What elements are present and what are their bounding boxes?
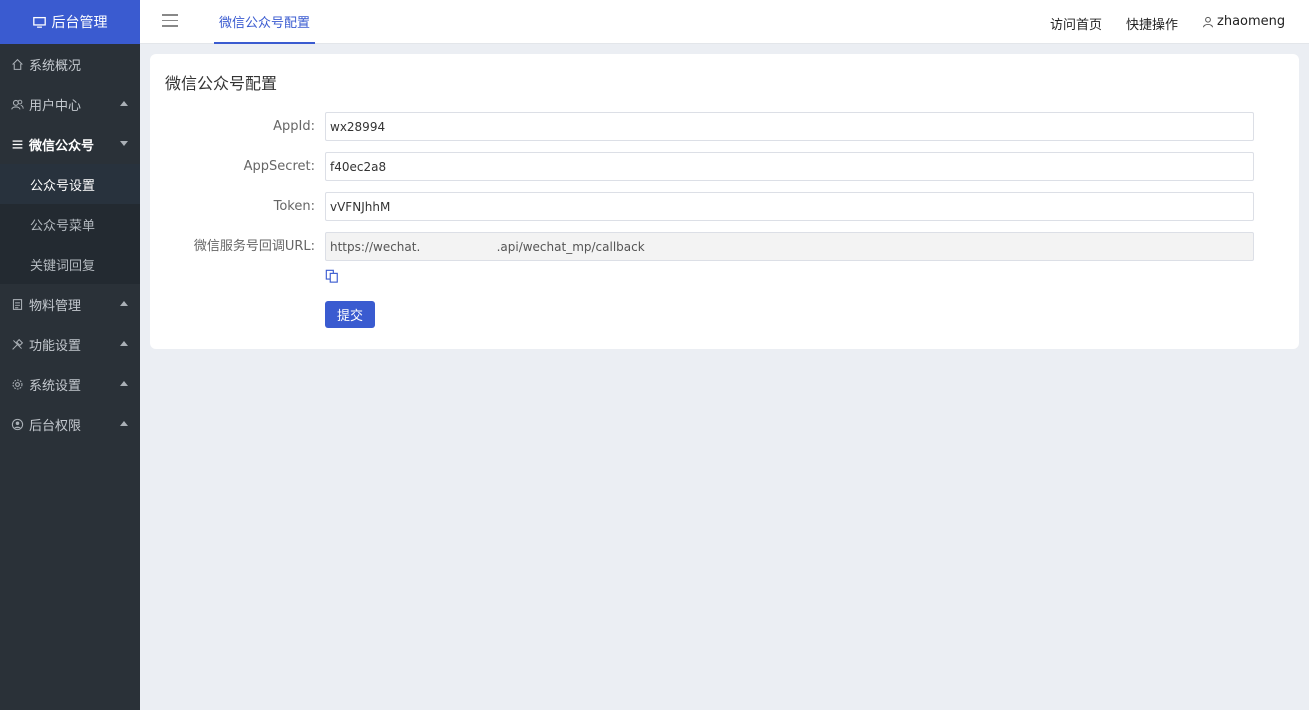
token-input[interactable]	[325, 192, 1254, 221]
sidebar-item-label: 用户中心	[29, 98, 82, 114]
sidebar-item-features[interactable]: 功能设置	[0, 324, 140, 364]
user-circle-icon	[10, 417, 24, 431]
tools-icon	[10, 337, 24, 351]
sidebar-item-label: 系统概况	[29, 58, 82, 74]
submit-button[interactable]: 提交	[325, 301, 375, 328]
submenu-wechat: 公众号设置 公众号菜单 关键词回复	[0, 164, 140, 284]
form-row-appsecret: AppSecret:	[150, 152, 1299, 182]
callback-url-label: 微信服务号回调URL:	[193, 239, 315, 254]
caret-up-icon	[120, 101, 128, 106]
appid-label: AppId:	[273, 119, 315, 134]
appsecret-input[interactable]	[325, 152, 1254, 181]
sidebar-item-label: 微信公众号	[29, 138, 95, 154]
sidebar-item-label: 后台权限	[29, 418, 82, 434]
quick-ops-link[interactable]: 快捷操作	[1126, 14, 1178, 33]
page-title: 微信公众号配置	[165, 74, 278, 93]
sidebar-item-users[interactable]: 用户中心	[0, 84, 140, 124]
caret-up-icon	[120, 421, 128, 426]
sidebar-item-label: 系统设置	[29, 378, 82, 394]
monitor-icon	[32, 16, 46, 28]
sidebar-item-label: 物料管理	[29, 298, 82, 314]
sidebar-item-materials[interactable]: 物料管理	[0, 284, 140, 324]
sidebar-item-system[interactable]: 系统设置	[0, 364, 140, 404]
form-row-callback-url: 微信服务号回调URL:	[150, 232, 1299, 262]
appid-input[interactable]	[325, 112, 1254, 141]
users-icon	[10, 97, 24, 111]
token-label: Token:	[273, 199, 315, 214]
copy-icon[interactable]	[325, 269, 339, 283]
form-row-token: Token:	[150, 192, 1299, 222]
caret-down-icon	[120, 141, 128, 146]
config-card: 微信公众号配置 AppId: AppSecret: Token: 微信服务号回调…	[150, 54, 1299, 349]
username: zhaomeng	[1217, 14, 1286, 29]
hamburger-icon[interactable]	[162, 14, 178, 28]
sidebar-item-overview[interactable]: 系统概况	[0, 44, 140, 84]
caret-up-icon	[120, 301, 128, 306]
appsecret-label: AppSecret:	[243, 159, 315, 174]
caret-up-icon	[120, 381, 128, 386]
menu-icon	[10, 137, 24, 151]
caret-up-icon	[120, 341, 128, 346]
sidebar-subitem-mp-settings[interactable]: 公众号设置	[0, 164, 140, 204]
form-row-appid: AppId:	[150, 112, 1299, 142]
sidebar-subitem-keyword-reply[interactable]: 关键词回复	[0, 244, 140, 284]
sidebar-subitem-label: 公众号设置	[30, 178, 96, 194]
sidebar-subitem-mp-menu[interactable]: 公众号菜单	[0, 204, 140, 244]
sidebar-subitem-label: 公众号菜单	[30, 218, 96, 234]
brand[interactable]: 后台管理	[0, 0, 140, 44]
callback-url-input[interactable]	[325, 232, 1254, 261]
sidebar-item-permissions[interactable]: 后台权限	[0, 404, 140, 444]
sidebar-item-label: 功能设置	[29, 338, 82, 354]
sidebar-item-wechat[interactable]: 微信公众号	[0, 124, 140, 164]
visit-home-link[interactable]: 访问首页	[1050, 14, 1102, 33]
sidebar: 后台管理 系统概况 用户中心 微信公众号 公众号设置 公众号菜单 关键词回复 物…	[0, 0, 140, 710]
document-icon	[10, 297, 24, 311]
user-menu[interactable]: zhaomeng	[1202, 14, 1285, 29]
brand-title: 后台管理	[51, 15, 108, 31]
tab-wechat-config[interactable]: 微信公众号配置	[214, 0, 315, 44]
sidebar-subitem-label: 关键词回复	[30, 258, 96, 274]
gear-icon	[10, 377, 24, 391]
home-icon	[10, 57, 24, 71]
top-header: 微信公众号配置 访问首页 快捷操作 zhaomeng	[140, 0, 1309, 44]
user-icon	[1203, 16, 1213, 27]
